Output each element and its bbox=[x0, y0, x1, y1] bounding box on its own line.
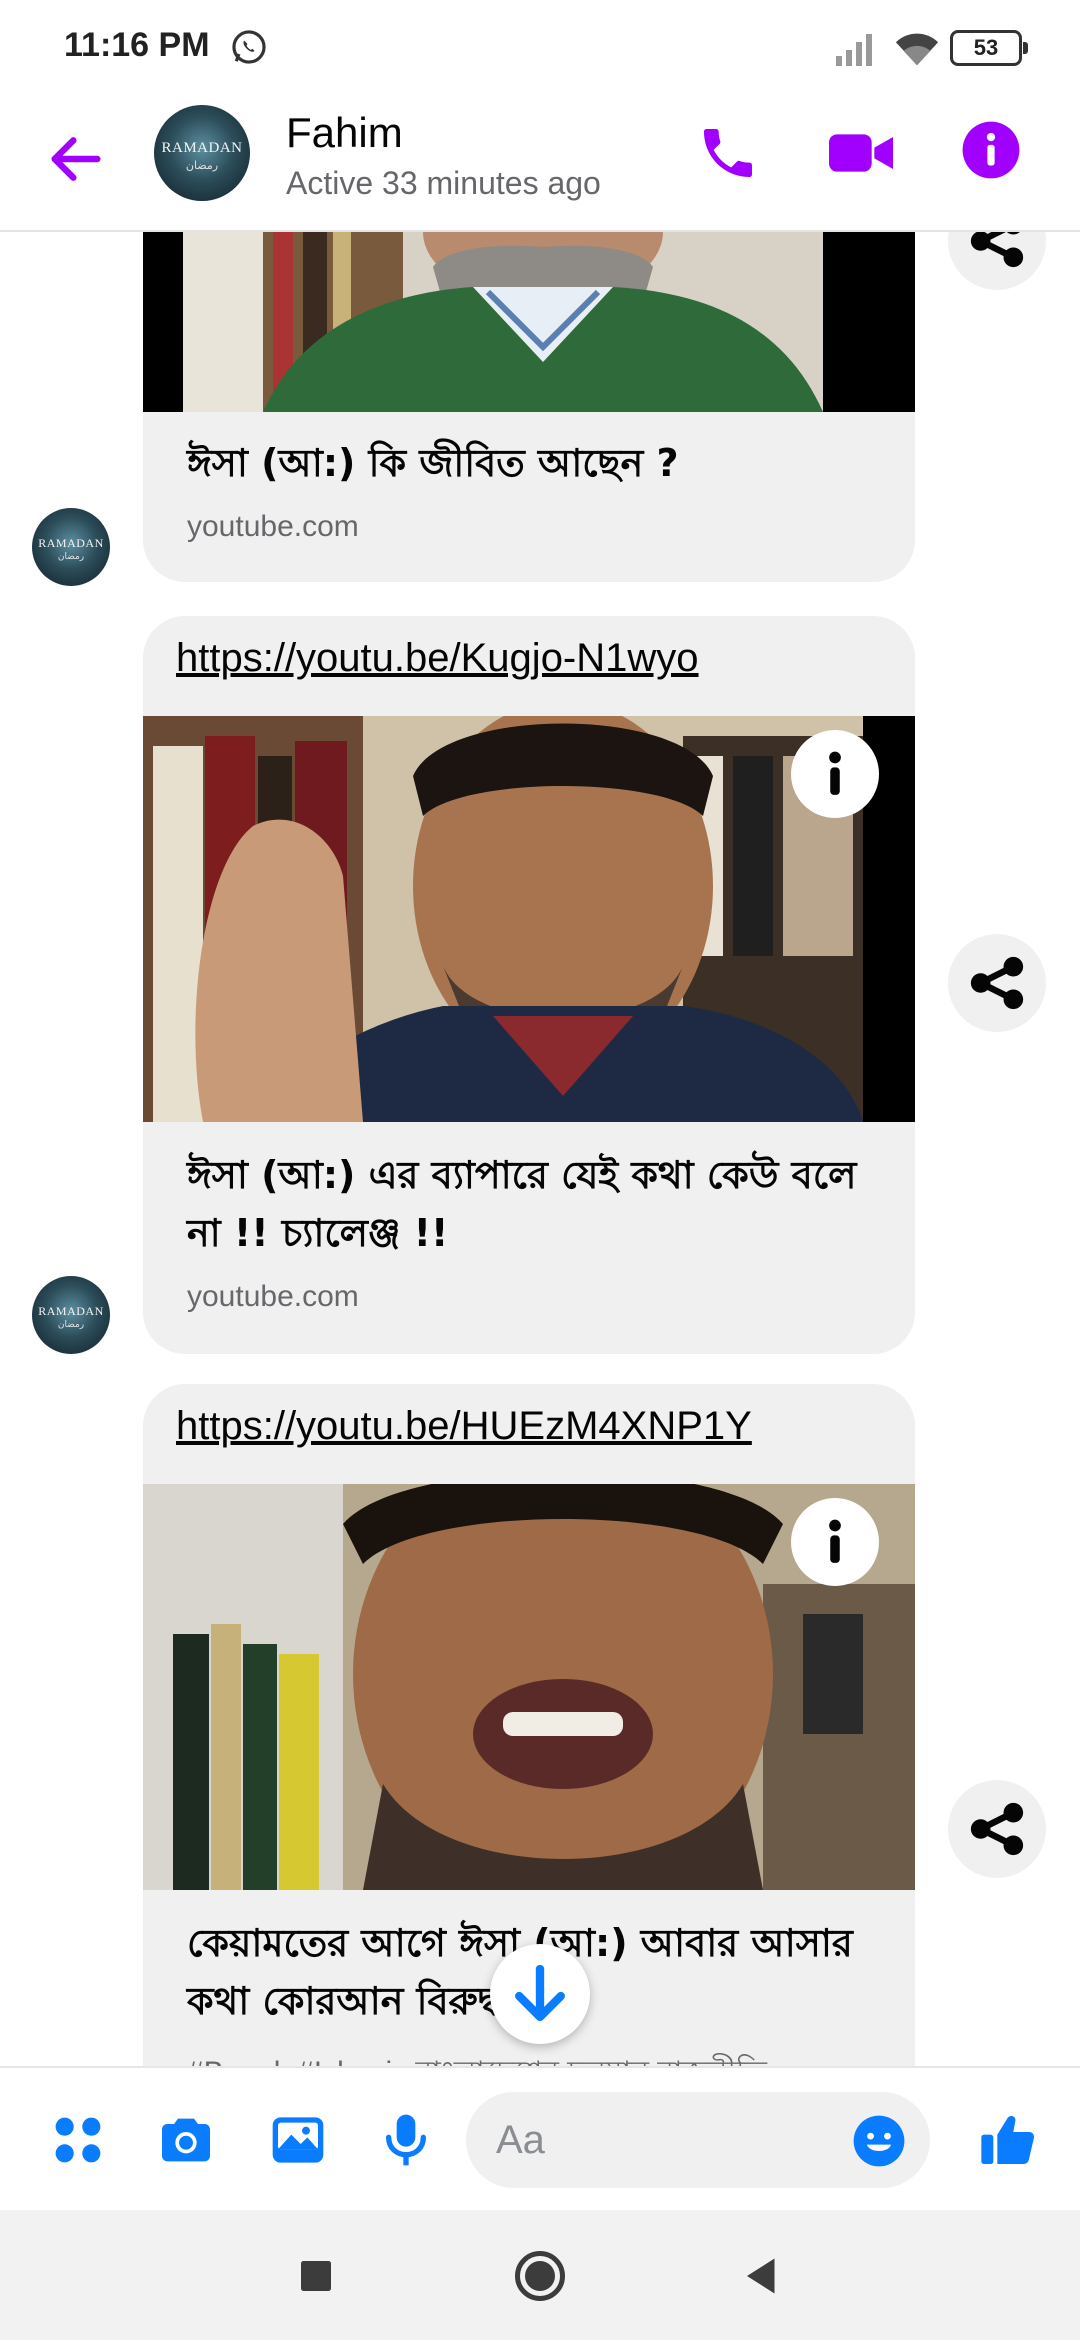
back-triangle-icon[interactable] bbox=[732, 2246, 792, 2306]
avatar-label: RAMADAN bbox=[38, 1304, 104, 1319]
share-icon bbox=[970, 232, 1024, 268]
preview-domain: youtube.com bbox=[187, 1280, 359, 1313]
preview-title: ঈসা (আ:) এর ব্যাপারে যেই কথা কেউ বলে না … bbox=[187, 1153, 857, 1255]
info-button[interactable] bbox=[791, 1498, 879, 1586]
thumbs-up-icon[interactable] bbox=[976, 2108, 1040, 2172]
battery-icon: 53 bbox=[950, 30, 1028, 66]
sender-avatar[interactable]: RAMADAN رمضان bbox=[32, 508, 110, 586]
preview-description: #Bangla#Islamic বাংলাদেশের চলমান রাজনীতি bbox=[187, 2048, 767, 2066]
message-input-placeholder: Aa bbox=[496, 2118, 545, 2162]
info-button[interactable] bbox=[791, 730, 879, 818]
camera-icon[interactable] bbox=[154, 2108, 218, 2172]
preview-domain: youtube.com bbox=[187, 510, 359, 543]
avatar-sublabel: رمضان bbox=[57, 551, 85, 562]
video-thumbnail[interactable] bbox=[143, 232, 915, 412]
thumbnail-image bbox=[183, 232, 823, 412]
share-button[interactable] bbox=[948, 1780, 1046, 1878]
video-camera-icon[interactable] bbox=[826, 121, 896, 185]
info-icon bbox=[829, 751, 841, 795]
phone-icon[interactable] bbox=[696, 121, 760, 185]
message-link[interactable]: https://youtu.be/Kugjo-N1wyo bbox=[176, 636, 699, 681]
preview-title: ঈসা (আ:) কি জীবিত আছেন ? bbox=[187, 441, 679, 485]
avatar-label: RAMADAN bbox=[38, 536, 104, 551]
message-list[interactable]: ঈসা (আ:) কি জীবিত আছেন ? youtube.com RAM… bbox=[0, 232, 1080, 2066]
apps-icon[interactable] bbox=[46, 2108, 110, 2172]
avatar-sublabel: رمضان bbox=[57, 1319, 85, 1330]
share-icon bbox=[970, 956, 1024, 1010]
share-button[interactable] bbox=[948, 934, 1046, 1032]
microphone-icon[interactable] bbox=[374, 2108, 438, 2172]
status-bar: 11:16 PM 53 bbox=[0, 0, 1080, 95]
link-preview-card[interactable]: ঈসা (আ:) কি জীবিত আছেন ? youtube.com bbox=[143, 232, 915, 582]
message-composer: Aa bbox=[0, 2066, 1080, 2210]
contact-avatar[interactable]: RAMADAN رمضان bbox=[154, 105, 250, 201]
video-thumbnail[interactable] bbox=[143, 1484, 915, 1890]
share-icon bbox=[970, 1802, 1024, 1856]
avatar-sublabel: رمضان bbox=[185, 158, 219, 172]
emoji-icon[interactable] bbox=[850, 2112, 908, 2170]
link-preview-card[interactable]: https://youtu.be/Kugjo-N1wyo ঈসা (আ:) এর… bbox=[143, 616, 915, 1354]
info-icon[interactable] bbox=[960, 119, 1022, 181]
scroll-to-bottom-button[interactable] bbox=[490, 1944, 590, 2044]
whatsapp-icon bbox=[232, 30, 266, 64]
share-button[interactable] bbox=[948, 232, 1046, 290]
gallery-icon[interactable] bbox=[266, 2108, 330, 2172]
system-navigation-bar bbox=[0, 2210, 1080, 2340]
arrow-down-icon bbox=[515, 1964, 565, 2022]
home-circle-icon[interactable] bbox=[510, 2246, 570, 2306]
contact-name[interactable]: Fahim bbox=[286, 109, 403, 157]
info-icon bbox=[829, 1519, 841, 1563]
back-arrow-icon[interactable] bbox=[44, 127, 108, 191]
message-input[interactable]: Aa bbox=[466, 2092, 930, 2188]
active-status: Active 33 minutes ago bbox=[286, 165, 601, 201]
status-time: 11:16 PM bbox=[64, 26, 210, 64]
wifi-icon bbox=[895, 33, 939, 66]
video-thumbnail[interactable] bbox=[143, 716, 915, 1122]
signal-icon bbox=[836, 34, 872, 66]
message-link[interactable]: https://youtu.be/HUEzM4XNP1Y bbox=[176, 1404, 752, 1449]
recents-square-icon[interactable] bbox=[286, 2246, 346, 2306]
avatar-label: RAMADAN bbox=[161, 139, 243, 156]
sender-avatar[interactable]: RAMADAN رمضان bbox=[32, 1276, 110, 1354]
conversation-header: RAMADAN رمضان Fahim Active 33 minutes ag… bbox=[0, 95, 1080, 232]
